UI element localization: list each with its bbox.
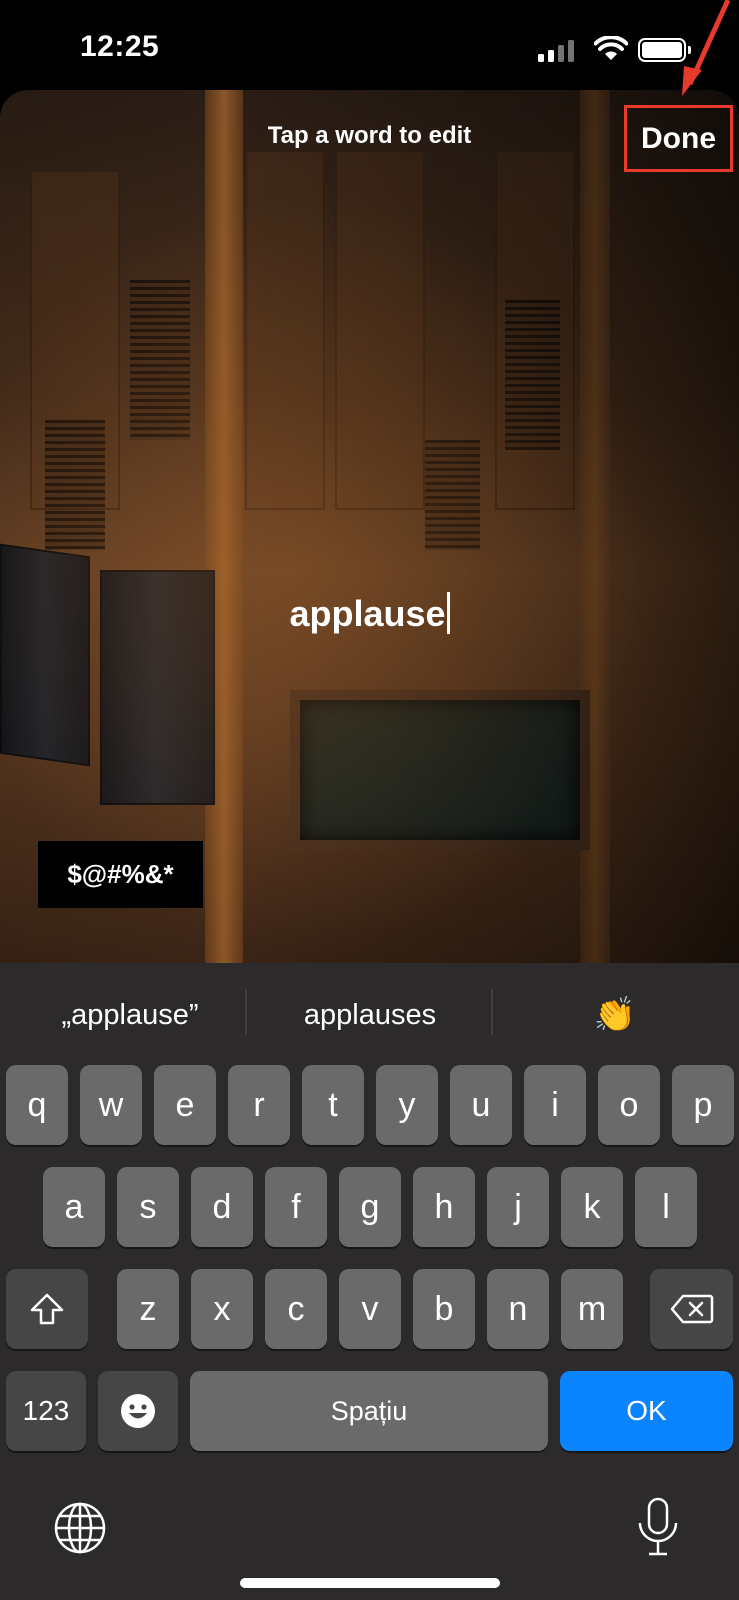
numbers-key[interactable]: 123 [6, 1371, 86, 1451]
ok-key[interactable]: OK [560, 1371, 733, 1451]
key-b[interactable]: b [413, 1269, 475, 1349]
annotation-arrow-icon [682, 0, 731, 96]
key-h[interactable]: h [413, 1167, 475, 1247]
backspace-key[interactable] [650, 1269, 733, 1349]
key-s[interactable]: s [117, 1167, 179, 1247]
text-caret [446, 592, 450, 634]
symbol-text-sticker[interactable]: $@#%&* [38, 841, 203, 908]
suggestion-3[interactable]: 👏 [500, 985, 730, 1045]
photo-editor: Tap a word to edit Done applause $@#%&* [0, 90, 739, 963]
suggestion-divider [491, 989, 493, 1035]
key-r[interactable]: r [228, 1065, 290, 1145]
status-time: 12:25 [80, 30, 160, 63]
key-p[interactable]: p [672, 1065, 734, 1145]
keyboard: „applause” applauses 👏 q w e r t y u i o… [0, 963, 739, 1600]
key-i[interactable]: i [524, 1065, 586, 1145]
key-u[interactable]: u [450, 1065, 512, 1145]
key-g[interactable]: g [339, 1167, 401, 1247]
key-q[interactable]: q [6, 1065, 68, 1145]
key-t[interactable]: t [302, 1065, 364, 1145]
key-x[interactable]: x [191, 1269, 253, 1349]
globe-icon[interactable] [53, 1501, 107, 1555]
key-y[interactable]: y [376, 1065, 438, 1145]
key-l[interactable]: l [635, 1167, 697, 1247]
key-f[interactable]: f [265, 1167, 327, 1247]
key-v[interactable]: v [339, 1269, 401, 1349]
edit-text-field[interactable]: applause [0, 592, 739, 635]
suggestion-divider [245, 989, 247, 1035]
emoji-key[interactable] [98, 1371, 178, 1451]
microphone-icon[interactable] [636, 1497, 680, 1557]
key-k[interactable]: k [561, 1167, 623, 1247]
key-n[interactable]: n [487, 1269, 549, 1349]
key-z[interactable]: z [117, 1269, 179, 1349]
key-m[interactable]: m [561, 1269, 623, 1349]
key-e[interactable]: e [154, 1065, 216, 1145]
key-a[interactable]: a [43, 1167, 105, 1247]
edit-text-value: applause [289, 593, 446, 634]
home-indicator[interactable] [240, 1578, 500, 1588]
suggestion-bar: „applause” applauses 👏 [0, 963, 739, 1063]
emoji-icon [121, 1394, 155, 1428]
key-j[interactable]: j [487, 1167, 549, 1247]
backspace-icon [670, 1294, 713, 1324]
shift-icon [30, 1293, 64, 1325]
suggestion-2[interactable]: applauses [250, 985, 490, 1045]
wifi-icon [594, 36, 628, 60]
cellular-signal-icon [538, 40, 574, 62]
space-key[interactable]: Spațiu [190, 1371, 548, 1451]
key-d[interactable]: d [191, 1167, 253, 1247]
key-w[interactable]: w [80, 1065, 142, 1145]
suggestion-1[interactable]: „applause” [20, 985, 240, 1045]
key-c[interactable]: c [265, 1269, 327, 1349]
shift-key[interactable] [6, 1269, 88, 1349]
status-bar: 12:25 [0, 0, 739, 92]
key-o[interactable]: o [598, 1065, 660, 1145]
